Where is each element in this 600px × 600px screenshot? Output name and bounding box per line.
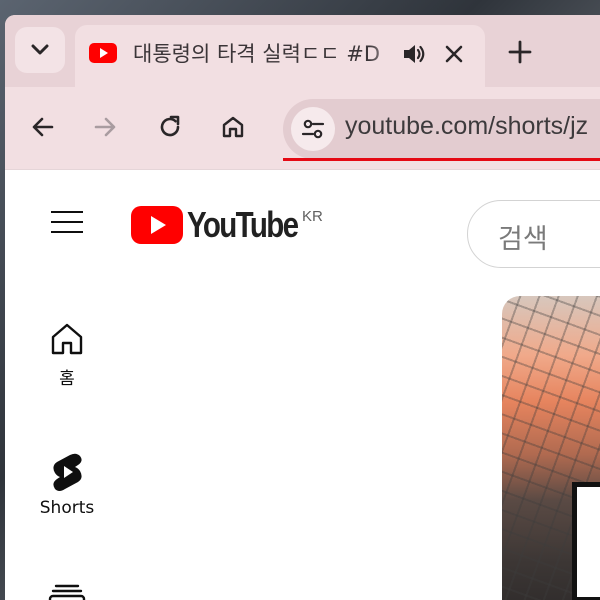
menu-line [51,221,83,223]
tab-strip: 대통령의 타격 실력ㄷㄷ #D [5,15,600,87]
site-info-button[interactable] [291,107,335,151]
reload-icon [160,115,180,137]
active-tab[interactable]: 대통령의 타격 실력ㄷㄷ #D [75,25,485,87]
address-bar[interactable]: youtube.com/shorts/jz [283,99,600,161]
sidebar-item-shorts[interactable]: Shorts [25,452,109,518]
video-frame-sign [572,482,600,600]
home-icon [222,116,244,138]
url-highlight-underline [283,158,600,161]
youtube-logo-link[interactable]: YouTube [131,200,301,250]
sidebar-item-label: Shorts [39,498,95,518]
browser-toolbar: youtube.com/shorts/jz [5,87,600,169]
forward-button[interactable] [87,109,123,145]
logo-wordmark: YouTube [187,204,299,245]
guide-menu-button[interactable] [47,207,87,237]
shorts-video-player[interactable] [502,296,600,600]
tune-icon [301,119,325,139]
browser-window: 대통령의 타격 실력ㄷㄷ #D youtube.com/shorts/jz Yo… [5,15,600,600]
url-text: youtube.com/shorts/jz [345,112,589,140]
youtube-page: YouTube KR 검색 홈 Shorts [5,169,600,600]
home-icon [51,323,83,355]
arrow-left-icon [32,117,54,137]
tab-search-button[interactable] [15,27,65,73]
menu-line [51,231,83,233]
reload-button[interactable] [152,109,188,145]
sidebar-item-subscriptions[interactable] [25,582,109,600]
menu-line [51,211,83,213]
youtube-favicon-icon [89,43,117,63]
sidebar-item-label: 홈 [59,369,75,389]
search-input[interactable]: 검색 [467,200,600,268]
chevron-down-icon [31,44,49,55]
shorts-icon [53,453,82,491]
youtube-logo-icon [131,206,183,244]
country-code: KR [302,208,323,225]
new-tab-plus-icon[interactable] [505,37,535,67]
back-button[interactable] [25,109,61,145]
arrow-right-icon [94,117,116,137]
close-icon[interactable] [441,41,467,67]
speaker-icon[interactable] [401,41,427,67]
home-button[interactable] [215,109,251,145]
tab-title: 대통령의 타격 실력ㄷㄷ #D [133,42,380,66]
search-placeholder: 검색 [498,224,548,255]
subscriptions-icon [48,584,86,600]
sidebar-item-home[interactable]: 홈 [25,320,109,389]
